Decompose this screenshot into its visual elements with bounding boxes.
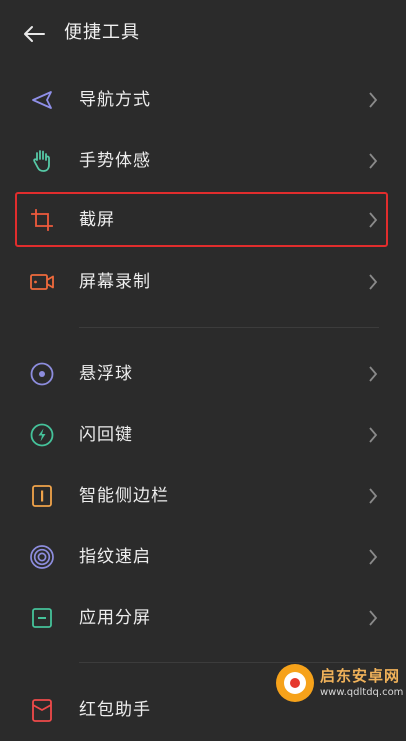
watermark: 启东安卓网 www.qdltdq.com bbox=[268, 660, 406, 708]
chevron-right-icon bbox=[369, 92, 378, 108]
menu-item-screen-record[interactable]: 屏幕录制 bbox=[0, 252, 406, 313]
menu-item-split-screen[interactable]: 应用分屏 bbox=[0, 588, 406, 649]
flash-back-icon bbox=[28, 421, 56, 449]
section-divider bbox=[79, 327, 379, 328]
menu-item-label: 智能侧边栏 bbox=[79, 486, 169, 506]
split-screen-icon bbox=[28, 604, 56, 632]
menu-item-label: 闪回键 bbox=[79, 425, 133, 445]
page-title: 便捷工具 bbox=[64, 22, 140, 43]
menu-item-label: 手势体感 bbox=[79, 151, 151, 171]
menu-item-floating-ball[interactable]: 悬浮球 bbox=[0, 344, 406, 405]
fingerprint-icon bbox=[28, 543, 56, 571]
navigation-arrow-icon bbox=[28, 86, 56, 114]
header-bar: 便捷工具 bbox=[0, 0, 406, 66]
watermark-url: www.qdltdq.com bbox=[320, 687, 404, 698]
chevron-right-icon bbox=[369, 153, 378, 169]
hand-gesture-icon bbox=[28, 147, 56, 175]
chevron-right-icon bbox=[369, 427, 378, 443]
menu-item-gesture[interactable]: 手势体感 bbox=[0, 131, 406, 192]
highlight-box bbox=[15, 192, 388, 247]
red-envelope-icon bbox=[28, 696, 56, 724]
video-record-icon bbox=[28, 268, 56, 296]
floating-ball-icon bbox=[28, 360, 56, 388]
chevron-right-icon bbox=[369, 488, 378, 504]
chevron-right-icon bbox=[369, 610, 378, 626]
menu-item-label: 应用分屏 bbox=[79, 608, 151, 628]
watermark-title: 启东安卓网 bbox=[320, 667, 401, 685]
menu-item-label: 红包助手 bbox=[79, 700, 151, 720]
menu-item-flash-back[interactable]: 闪回键 bbox=[0, 405, 406, 466]
menu-item-label: 导航方式 bbox=[79, 90, 151, 110]
menu-item-fingerprint[interactable]: 指纹速启 bbox=[0, 527, 406, 588]
back-button[interactable] bbox=[18, 20, 50, 48]
chevron-right-icon bbox=[369, 549, 378, 565]
smart-sidebar-icon bbox=[28, 482, 56, 510]
chevron-right-icon bbox=[369, 274, 378, 290]
chevron-right-icon bbox=[369, 366, 378, 382]
menu-item-navigation[interactable]: 导航方式 bbox=[0, 70, 406, 131]
menu-item-label: 悬浮球 bbox=[79, 364, 133, 384]
watermark-logo bbox=[276, 664, 314, 702]
menu-item-label: 指纹速启 bbox=[79, 547, 151, 567]
arrow-left-icon bbox=[24, 26, 45, 42]
menu-item-label: 屏幕录制 bbox=[79, 272, 151, 292]
menu-item-smart-sidebar[interactable]: 智能侧边栏 bbox=[0, 466, 406, 527]
